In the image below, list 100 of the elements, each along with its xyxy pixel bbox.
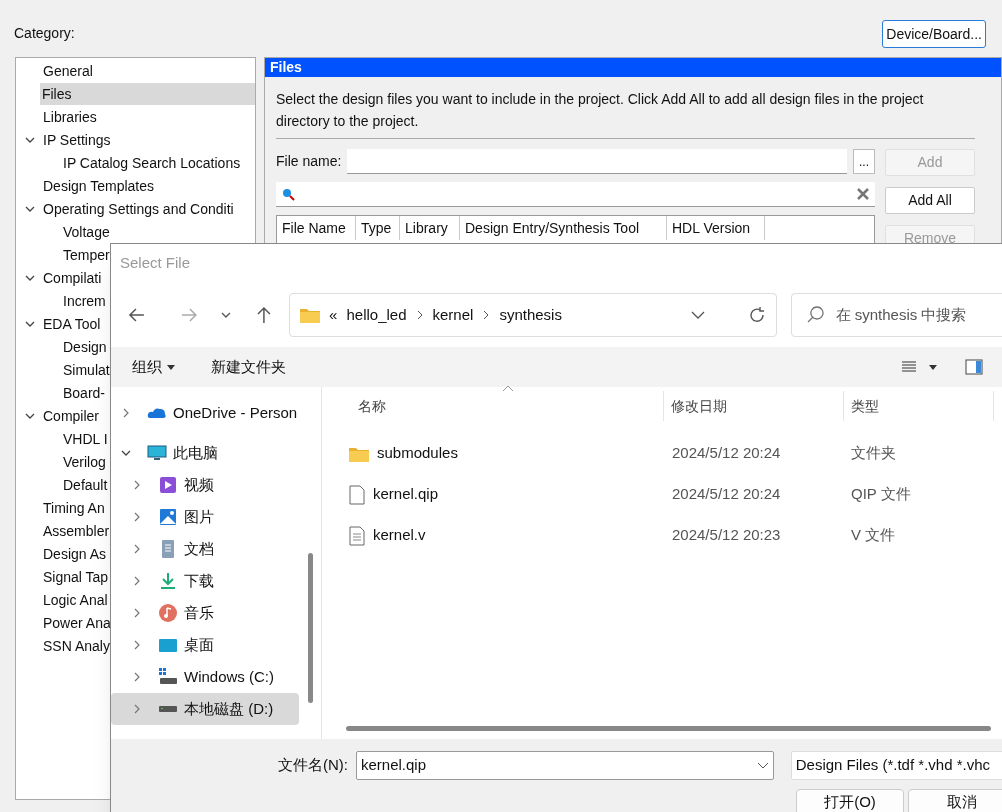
file-name: kernel.v [373, 525, 426, 546]
clear-icon[interactable] [857, 188, 869, 200]
column-header[interactable]: 类型 [844, 391, 994, 421]
chevron-right-icon[interactable] [132, 512, 142, 522]
tree-item[interactable]: Operating Settings and Conditi [41, 197, 236, 220]
nav-item[interactable]: 此电脑 [111, 437, 299, 469]
chevron-right-icon[interactable] [132, 672, 142, 682]
address-bar[interactable]: « hello_led kernel synthesis [289, 293, 777, 337]
folder-icon [349, 445, 369, 462]
breadcrumb[interactable]: hello_led [346, 303, 407, 327]
column-header[interactable]: Design Entry/Synthesis Tool [460, 216, 667, 240]
nav-item[interactable]: 文档 [111, 533, 299, 565]
file-row[interactable]: kernel.qip 2024/5/12 20:24 QIP 文件 [334, 474, 1002, 515]
refresh-icon[interactable] [747, 306, 766, 324]
tree-item[interactable]: General [41, 59, 95, 82]
column-header[interactable]: HDL Version [667, 216, 765, 240]
tree-item[interactable]: Board- [61, 381, 108, 404]
device-board-button[interactable]: Device/Board... [882, 20, 986, 48]
chevron-right-icon[interactable] [121, 408, 131, 418]
tree-item[interactable]: Voltage [61, 220, 112, 243]
file-row[interactable]: kernel.v 2024/5/12 20:23 V 文件 [334, 515, 1002, 556]
search-icon [805, 306, 824, 324]
preview-pane-icon[interactable] [965, 359, 983, 375]
tree-item[interactable]: Verilog [61, 450, 108, 473]
tree-item[interactable]: EDA Tool [41, 312, 103, 335]
nav-item[interactable]: OneDrive - Person [111, 397, 299, 429]
tree-item[interactable]: Simulat [61, 358, 112, 381]
tree-item[interactable]: IP Catalog Search Locations [61, 151, 243, 174]
sort-caret-icon[interactable] [502, 385, 514, 392]
drive-icon [158, 706, 178, 712]
file-row[interactable]: submodules 2024/5/12 20:24 文件夹 [334, 433, 1002, 474]
nav-item[interactable]: 桌面 [111, 629, 299, 661]
tree-item[interactable]: Signal Tap [41, 565, 111, 588]
download-icon [158, 571, 178, 591]
tree-item[interactable]: Power Ana [41, 611, 113, 634]
organize-button[interactable]: 组织 [132, 355, 175, 379]
folder-icon [300, 307, 321, 323]
chevron-down-icon[interactable] [121, 448, 131, 458]
caret-icon[interactable] [929, 364, 937, 370]
tree-item[interactable]: Design [61, 335, 109, 358]
file-date: 2024/5/12 20:24 [671, 443, 782, 464]
column-header[interactable]: File Name [277, 216, 356, 240]
tree-item[interactable]: SSN Analy [41, 634, 112, 657]
dialog-title: Select File [120, 253, 191, 274]
video-icon [158, 475, 178, 495]
drive-icon [158, 667, 178, 687]
column-header[interactable]: Library [400, 216, 460, 240]
panel-description: Select the design files you want to include in the project. Click Add All to add all design files in the project directory to the project. [276, 88, 975, 139]
view-list-icon[interactable] [901, 360, 917, 374]
tree-item[interactable]: Design As [41, 542, 109, 565]
file-name-combo[interactable]: kernel.qip [356, 751, 774, 780]
column-header[interactable]: Type [356, 216, 400, 240]
search-field[interactable]: 在 synthesis 中搜索 [790, 293, 1002, 337]
file-icon [349, 484, 365, 505]
browse-button[interactable]: ... [853, 149, 875, 174]
file-name-field[interactable] [347, 149, 847, 174]
nav-item[interactable]: 图片 [111, 501, 299, 533]
tree-item[interactable]: Timing An [41, 496, 107, 519]
column-header[interactable]: 名称 [334, 391, 664, 421]
tree-item[interactable]: IP Settings [41, 128, 113, 151]
column-header[interactable]: 修改日期 [664, 391, 844, 421]
dialog-button[interactable]: 取消 [908, 789, 1002, 812]
tree-item[interactable]: Compiler [41, 404, 101, 427]
nav-item[interactable]: 音乐 [111, 597, 299, 629]
nav-item[interactable]: 下载 [111, 565, 299, 597]
chevron-right-icon[interactable] [132, 576, 142, 586]
panel-button[interactable]: Add All [885, 187, 975, 214]
file-name-label: 文件名(N): [278, 755, 348, 776]
chevron-right-icon[interactable] [132, 608, 142, 618]
tree-item[interactable]: Logic Anal [41, 588, 110, 611]
tree-item[interactable]: Increm [61, 289, 108, 312]
file-type-filter[interactable]: Design Files (*.tdf *.vhd *.vhc [790, 751, 1002, 780]
text-file-icon [349, 525, 365, 546]
tree-item[interactable]: Assembler [41, 519, 112, 542]
chevron-right-icon[interactable] [132, 704, 142, 714]
tree-item[interactable]: VHDL I [61, 427, 110, 450]
file-type: QIP 文件 [850, 484, 912, 505]
breadcrumb[interactable]: synthesis [499, 303, 562, 327]
monitor-icon [147, 443, 167, 463]
separator-icon [415, 310, 424, 320]
new-folder-button[interactable]: 新建文件夹 [211, 355, 286, 379]
tree-item[interactable]: Default [61, 473, 110, 496]
path-overflow: « [329, 304, 338, 325]
file-type: 文件夹 [850, 443, 897, 464]
tree-item[interactable]: Files [39, 82, 255, 105]
chevron-right-icon[interactable] [132, 480, 142, 490]
separator-icon [482, 310, 491, 320]
tree-item[interactable]: Design Templates [41, 174, 157, 197]
nav-item[interactable]: 视频 [111, 469, 299, 501]
tree-item[interactable]: Libraries [41, 105, 99, 128]
breadcrumb[interactable]: kernel [432, 303, 474, 327]
dialog-button[interactable]: 打开(O) [796, 789, 904, 812]
chevron-right-icon[interactable] [132, 640, 142, 650]
chevron-right-icon[interactable] [132, 544, 142, 554]
tree-item[interactable]: Temper [61, 243, 112, 266]
filter-field[interactable] [276, 182, 875, 207]
nav-item[interactable]: Windows (C:) [111, 661, 299, 693]
nav-item[interactable]: 本地磁盘 (D:) [111, 693, 299, 725]
tree-item[interactable]: Compilati [41, 266, 104, 289]
file-name: kernel.qip [373, 484, 439, 505]
